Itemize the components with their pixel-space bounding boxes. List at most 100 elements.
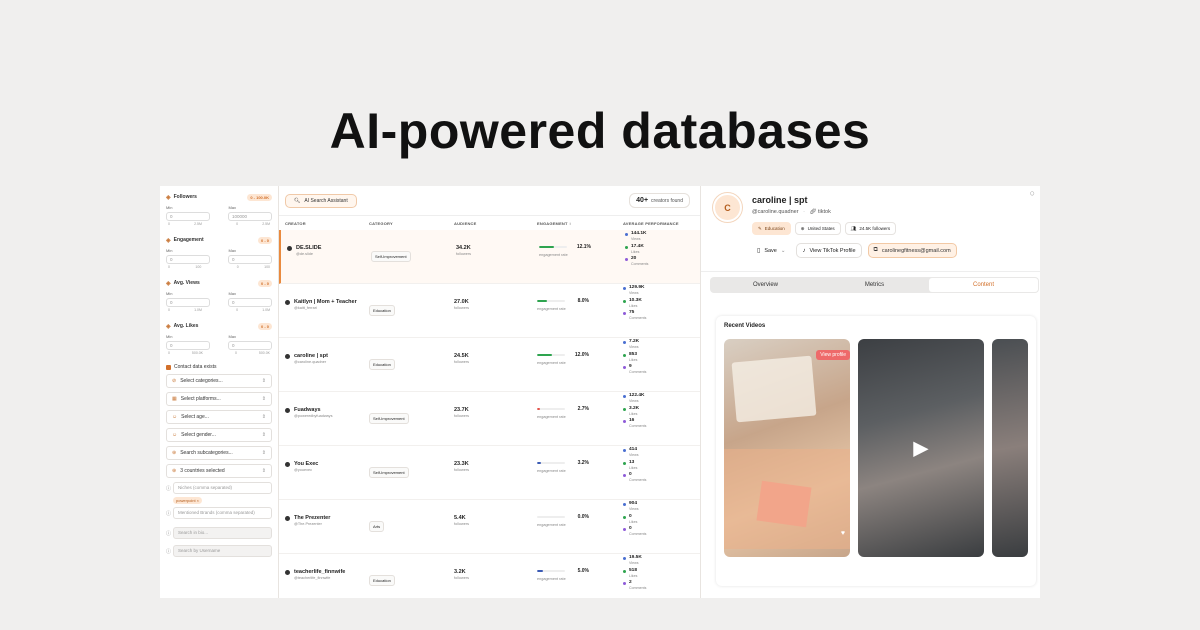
category-badge: Arts xyxy=(369,521,385,532)
recent-videos-card: Recent Videos View profile ♥ ▶ xyxy=(716,316,1036,586)
creator-handle: @caroline.quadner xyxy=(294,360,327,364)
filter-group: ◈ Avg. Views 0 - 0 Min Max 0 0 0 1.0M 0 1.… xyxy=(166,278,272,312)
creator-name[interactable]: DE.SLIDE xyxy=(296,245,321,251)
creator-name[interactable]: Fuadways xyxy=(294,407,321,413)
column-header[interactable]: CREATOR xyxy=(285,221,306,226)
metric-dot-icon xyxy=(625,233,628,236)
performance-metric: 10.3K Likes xyxy=(623,298,693,311)
engagement-fill xyxy=(537,353,553,357)
filter-select[interactable]: ⊘ Select categories... ⇕ xyxy=(166,374,272,388)
creator-name[interactable]: teacherlife_finnwife xyxy=(294,569,345,575)
max-input[interactable]: 0 xyxy=(228,298,272,307)
table-row[interactable]: Fuadways @poweredbyfuadways Self-Improve… xyxy=(279,392,700,446)
filter-select[interactable]: ☺ Select age... ⇕ xyxy=(166,410,272,424)
tab-overview[interactable]: Overview xyxy=(711,278,820,292)
bio-search-field[interactable]: ⓘ Search in bio... xyxy=(166,527,272,539)
metric-dot-icon xyxy=(623,341,626,344)
creator-name[interactable]: You Exec xyxy=(294,461,318,467)
metric-dot-icon xyxy=(623,528,626,531)
category-badge: Self-Improvement xyxy=(371,251,411,262)
range-badge: 0 - 0 xyxy=(257,322,272,330)
email-button[interactable]: ⧉ carolinegfitness@gmail.com xyxy=(867,243,957,258)
engagement-fill xyxy=(537,407,541,411)
column-header[interactable]: CATEGORY xyxy=(369,221,393,226)
profile-header: C caroline | spt @caroline.quadner · 🔗︎ … xyxy=(701,186,1040,272)
metric-dot-icon xyxy=(623,366,626,369)
max-input[interactable]: 0 xyxy=(228,255,272,264)
performance-metric: 122.4K Views xyxy=(623,393,693,406)
min-input[interactable]: 0 xyxy=(166,212,210,221)
table-row[interactable]: caroline | spt @caroline.quadner Educati… xyxy=(279,338,700,392)
max-input[interactable]: 100000 xyxy=(228,212,272,221)
filter-select[interactable]: ⊕ 3 countries selected ⇕ xyxy=(166,464,272,478)
engagement-value: 8.0% xyxy=(577,298,589,304)
search-icon: 🔍︎ xyxy=(294,197,301,204)
platform-link[interactable]: tiktok xyxy=(818,209,831,215)
chevron-down-icon: ⌄ xyxy=(780,247,786,254)
filter-select[interactable]: ▦ Select platforms... ⇕ xyxy=(166,392,272,406)
table-row[interactable]: Kaitlyn | Mom + Teacher @kaitt_ferrari E… xyxy=(279,284,700,338)
table-row[interactable]: DE.SLIDE @de.slide Self-Improvement 34.2… xyxy=(279,230,700,284)
video-thumbnail[interactable]: View profile ♥ xyxy=(724,339,850,557)
verified-icon xyxy=(285,299,290,305)
filter-label: Avg. Likes xyxy=(173,323,199,329)
brands-field[interactable]: ⓘ Mentioned Brands (comma separated) xyxy=(166,507,272,519)
save-dropdown[interactable]: ▯ Save ⌄ xyxy=(752,243,790,258)
followers-tag: 👥︎ 24.5K followers xyxy=(844,222,897,235)
performance-metric: 9 Comments xyxy=(623,364,693,377)
max-input[interactable]: 0 xyxy=(228,341,272,350)
view-tiktok-profile-button[interactable]: ♪ View TikTok Profile xyxy=(796,243,862,258)
niches-field[interactable]: ⓘ Niches (comma separated) xyxy=(166,482,272,494)
column-header[interactable]: AUDIENCE xyxy=(454,221,477,226)
table-row[interactable]: The Prezenter @The.Prezenter Arts 5.4K f… xyxy=(279,500,700,554)
min-input[interactable]: 0 xyxy=(166,341,210,350)
metric-dot-icon xyxy=(623,582,626,585)
country-tag: ⊕ United States xyxy=(794,222,841,235)
verified-icon xyxy=(285,353,290,359)
metric-dot-icon xyxy=(623,287,626,290)
profile-tags: ✎ Education ⊕ United States 👥︎ 24.5K follow… xyxy=(752,222,900,235)
filter-select[interactable]: ☺ Select gender... ⇕ xyxy=(166,428,272,442)
table-row[interactable]: You Exec @youexec Self-Improvement 23.3K… xyxy=(279,446,700,500)
performance-metric: 853 Likes xyxy=(623,352,693,365)
creator-name[interactable]: caroline | spt xyxy=(294,353,328,359)
tiktok-icon: ♪ xyxy=(802,247,806,254)
min-input[interactable]: 0 xyxy=(166,298,210,307)
performance-metric: 414 Views xyxy=(623,447,693,460)
link-icon: 🔗︎ xyxy=(809,209,817,215)
table-row[interactable]: teacherlife_finnwife @teacherlife_finnwi… xyxy=(279,554,700,598)
view-profile-button[interactable]: View profile xyxy=(816,350,850,360)
video-thumbnail[interactable]: ▶ xyxy=(858,339,984,557)
tab-content[interactable]: Content xyxy=(929,278,1038,292)
column-header[interactable]: ENGAGEMENT ↕ xyxy=(537,221,571,226)
tag-icon: ✎ xyxy=(758,225,762,231)
niche-chip[interactable]: powerpoint × xyxy=(173,497,203,504)
contact-data-checkbox[interactable]: Contact data exists xyxy=(166,364,272,370)
verified-icon xyxy=(285,515,290,521)
help-icon: ⓘ xyxy=(166,530,172,537)
creator-name[interactable]: The Prezenter xyxy=(294,515,330,521)
help-icon: ⓘ xyxy=(166,510,172,517)
avatar: C xyxy=(713,193,742,222)
play-icon[interactable]: ▶ xyxy=(913,436,928,461)
verified-icon xyxy=(285,407,290,413)
engagement-value: 2.7% xyxy=(577,406,589,412)
filter-icon: ◈ xyxy=(166,194,171,201)
chevron-updown-icon: ⇕ xyxy=(261,396,266,402)
help-icon: ⓘ xyxy=(166,548,172,555)
video-thumbnail[interactable] xyxy=(992,339,1028,557)
category-badge: Self-Improvement xyxy=(369,467,409,478)
engagement-fill xyxy=(537,299,547,303)
close-icon[interactable]: ○ xyxy=(1030,188,1035,198)
username-search-field[interactable]: ⓘ Search by Username xyxy=(166,545,272,557)
engagement-value: 12.1% xyxy=(576,244,591,250)
ai-search-assistant-button[interactable]: 🔍︎ AI Search Assistant xyxy=(285,193,357,208)
engagement-value: 3.2% xyxy=(577,460,589,466)
tab-metrics[interactable]: Metrics xyxy=(820,278,929,292)
column-header[interactable]: AVERAGE PERFORMANCE xyxy=(623,221,679,226)
filter-select[interactable]: ⊕ Search subcategories... ⇕ xyxy=(166,446,272,460)
performance-metric: 17.4K Likes xyxy=(625,244,695,257)
min-input[interactable]: 0 xyxy=(166,255,210,264)
creator-name[interactable]: Kaitlyn | Mom + Teacher xyxy=(294,299,357,305)
category-badge: Education xyxy=(369,305,395,316)
